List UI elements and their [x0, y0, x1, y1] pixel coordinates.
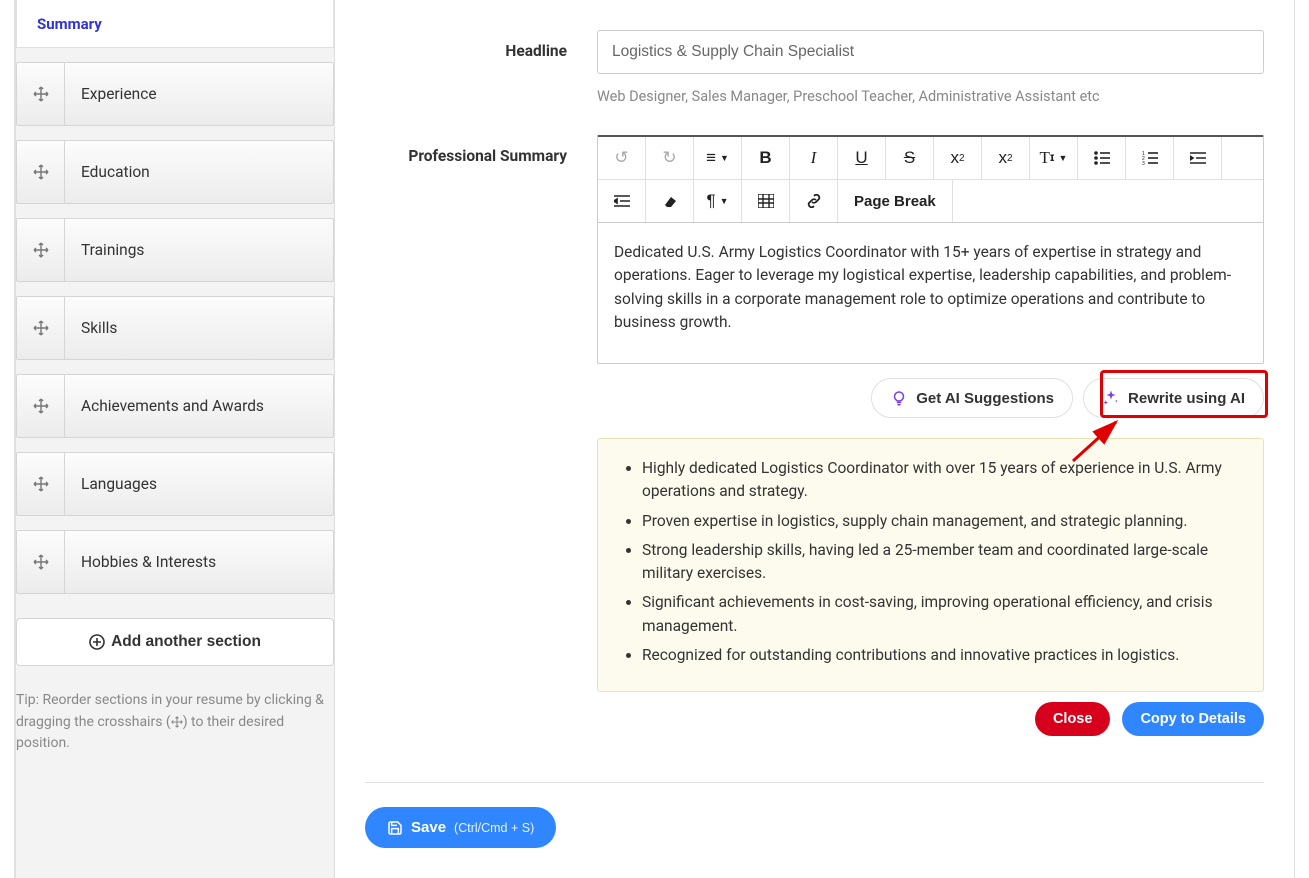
subscript-button[interactable]: x2 — [934, 137, 982, 179]
eraser-icon — [662, 194, 678, 208]
summary-row: Professional Summary ↺ ↻ ≡▼ B I U S x2 x… — [365, 135, 1264, 736]
move-icon — [171, 716, 183, 728]
svg-text:3: 3 — [1142, 161, 1145, 165]
sidebar-item-label: Hobbies & Interests — [65, 553, 232, 571]
close-button[interactable]: Close — [1035, 702, 1111, 736]
sidebar-item-summary-active[interactable]: Summary — [16, 0, 334, 48]
align-left-icon: ≡ — [706, 148, 716, 168]
align-dropdown[interactable]: ≡▼ — [694, 137, 742, 179]
ordered-list-button[interactable]: 123 — [1126, 137, 1174, 179]
move-icon[interactable] — [17, 63, 65, 125]
bold-button[interactable]: B — [742, 137, 790, 179]
underline-button[interactable]: U — [838, 137, 886, 179]
list-ol-icon: 123 — [1142, 151, 1158, 165]
sidebar-item-languages[interactable]: Languages — [16, 452, 334, 516]
page-wrapper: Summary Experience Education Trainings S — [14, 0, 1295, 878]
summary-textarea[interactable]: Dedicated U.S. Army Logistics Coordinato… — [598, 223, 1263, 363]
add-section-button[interactable]: Add another section — [16, 618, 334, 666]
move-icon[interactable] — [17, 141, 65, 203]
undo-icon: ↺ — [614, 148, 628, 168]
redo-button[interactable]: ↻ — [646, 137, 694, 179]
move-icon[interactable] — [17, 219, 65, 281]
indent-icon — [1190, 151, 1206, 165]
suggestions-actions: Close Copy to Details — [597, 702, 1264, 736]
sidebar-item-label: Skills — [65, 319, 133, 337]
move-icon[interactable] — [17, 297, 65, 359]
sidebar-item-label: Trainings — [65, 241, 160, 259]
headline-input[interactable] — [597, 30, 1264, 74]
sidebar-item-trainings[interactable]: Trainings — [16, 218, 334, 282]
add-section-label: Add another section — [111, 633, 261, 651]
get-ai-suggestions-button[interactable]: Get AI Suggestions — [871, 378, 1073, 418]
move-icon[interactable] — [17, 453, 65, 515]
paragraph-dropdown[interactable]: ¶▼ — [694, 180, 742, 222]
section-divider — [365, 782, 1264, 783]
indent-button[interactable] — [1174, 137, 1222, 179]
suggestion-item: Recognized for outstanding contributions… — [642, 644, 1239, 667]
copy-to-details-button[interactable]: Copy to Details — [1122, 702, 1264, 736]
editor-toolbar: ↺ ↻ ≡▼ B I U S x2 x2 T𝗜▼ 123 — [598, 137, 1263, 223]
reorder-tip: Tip: Reorder sections in your resume by … — [16, 690, 334, 755]
sidebar-item-label: Languages — [65, 475, 173, 493]
undo-button[interactable]: ↺ — [598, 137, 646, 179]
save-label: Save — [411, 819, 446, 836]
table-icon — [758, 194, 774, 208]
pilcrow-icon: ¶ — [706, 191, 715, 211]
headline-label: Headline — [365, 30, 597, 60]
suggestion-item: Significant achievements in cost-saving,… — [642, 591, 1239, 638]
sidebar-item-achievements[interactable]: Achievements and Awards — [16, 374, 334, 438]
italic-button[interactable]: I — [790, 137, 838, 179]
outdent-icon — [614, 194, 630, 208]
sparkle-icon — [1102, 389, 1120, 407]
list-ul-icon — [1094, 151, 1110, 165]
superscript-button[interactable]: x2 — [982, 137, 1030, 179]
save-row: Save (Ctrl/Cmd + S) — [365, 807, 1264, 848]
text-format-dropdown[interactable]: T𝗜▼ — [1030, 137, 1078, 179]
eraser-button[interactable] — [646, 180, 694, 222]
unordered-list-button[interactable] — [1078, 137, 1126, 179]
resume-sections-sidebar: Summary Experience Education Trainings S — [15, 0, 335, 878]
sidebar-item-label: Summary — [37, 15, 102, 33]
table-button[interactable] — [742, 180, 790, 222]
sidebar-item-skills[interactable]: Skills — [16, 296, 334, 360]
headline-row: Headline Web Designer, Sales Manager, Pr… — [365, 30, 1264, 105]
save-shortcut: (Ctrl/Cmd + S) — [454, 821, 534, 835]
lightbulb-icon — [890, 389, 908, 407]
suggestion-item: Proven expertise in logistics, supply ch… — [642, 510, 1239, 533]
summary-label: Professional Summary — [365, 135, 597, 165]
sidebar-item-hobbies[interactable]: Hobbies & Interests — [16, 530, 334, 594]
rich-text-editor: ↺ ↻ ≡▼ B I U S x2 x2 T𝗜▼ 123 — [597, 135, 1264, 364]
move-icon[interactable] — [17, 531, 65, 593]
link-button[interactable] — [790, 180, 838, 222]
sidebar-item-experience[interactable]: Experience — [16, 62, 334, 126]
sidebar-item-education[interactable]: Education — [16, 140, 334, 204]
strikethrough-button[interactable]: S — [886, 137, 934, 179]
move-icon[interactable] — [17, 375, 65, 437]
suggestion-item: Highly dedicated Logistics Coordinator w… — [642, 457, 1239, 504]
ai-suggestions-panel: Highly dedicated Logistics Coordinator w… — [597, 438, 1264, 692]
rewrite-ai-button[interactable]: Rewrite using AI — [1083, 378, 1264, 418]
sidebar-item-label: Achievements and Awards — [65, 397, 280, 415]
main-content: Headline Web Designer, Sales Manager, Pr… — [335, 0, 1294, 878]
suggestions-list: Highly dedicated Logistics Coordinator w… — [612, 457, 1239, 667]
sidebar-item-label: Education — [65, 163, 166, 181]
rewrite-ai-label: Rewrite using AI — [1128, 390, 1245, 407]
headline-help-text: Web Designer, Sales Manager, Preschool T… — [597, 88, 1264, 105]
page-break-button[interactable]: Page Break — [838, 180, 953, 222]
outdent-button[interactable] — [598, 180, 646, 222]
link-icon — [806, 194, 822, 208]
save-button[interactable]: Save (Ctrl/Cmd + S) — [365, 807, 556, 848]
ai-actions-row: Get AI Suggestions Rewrite using AI — [597, 378, 1264, 418]
redo-icon: ↻ — [662, 148, 676, 168]
save-icon — [387, 820, 403, 836]
suggestion-item: Strong leadership skills, having led a 2… — [642, 539, 1239, 586]
ai-suggestions-label: Get AI Suggestions — [916, 390, 1054, 407]
plus-circle-icon — [89, 634, 105, 650]
sidebar-item-label: Experience — [65, 85, 173, 103]
